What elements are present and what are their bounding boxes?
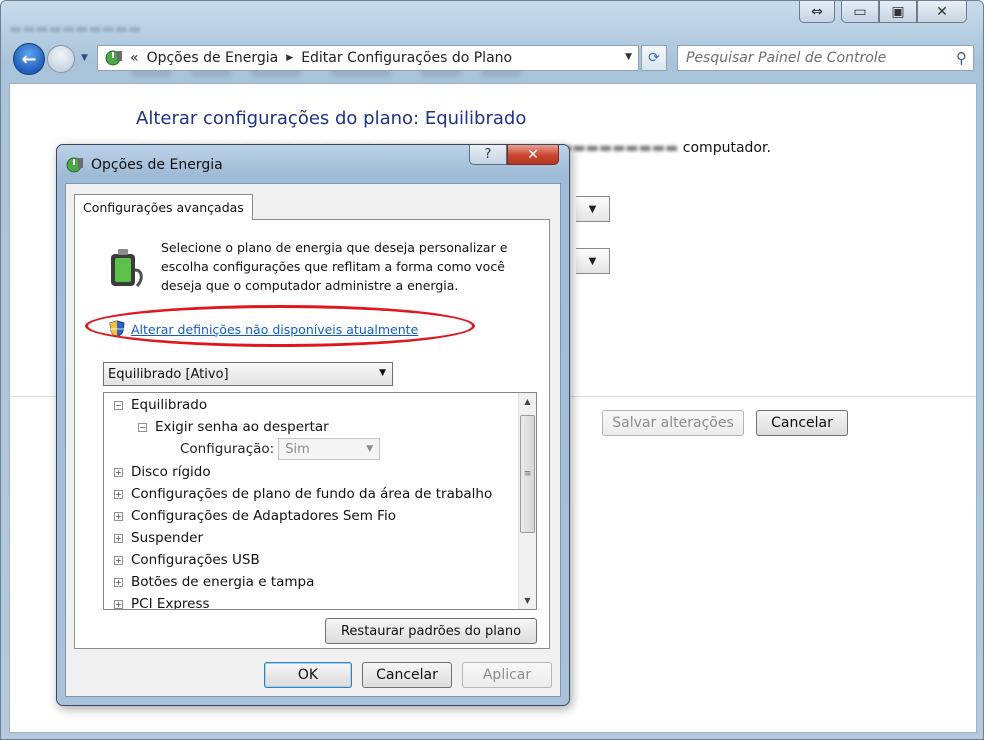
change-unavailable-settings-link[interactable]: Alterar definições não disponíveis atual… <box>131 322 418 337</box>
search-icon[interactable]: ⚲ <box>956 49 967 67</box>
plan-select-value: Equilibrado [Ativo] <box>108 366 229 382</box>
scroll-down-icon[interactable]: ▼ <box>519 592 536 609</box>
tree-item-label: Configurações de plano de fundo da área … <box>131 486 493 502</box>
tab-advanced-settings[interactable]: Configurações avançadas <box>74 194 253 220</box>
chevron-down-icon: ▼ <box>379 368 386 378</box>
tree-item-label: Configurações de Adaptadores Sem Fio <box>131 508 396 524</box>
tree-collapse-icon[interactable]: − <box>138 422 147 432</box>
minimize-button[interactable]: ▭ <box>841 1 879 23</box>
dialog-description: Selecione o plano de energia que deseja … <box>161 240 508 293</box>
maximize-button[interactable]: ▣ <box>879 1 917 23</box>
breadcrumb-power-options[interactable]: Opções de Energia <box>147 50 279 66</box>
config-select-value: Sim <box>285 441 310 457</box>
apply-button[interactable]: Aplicar <box>462 662 552 688</box>
address-bar[interactable]: « Opções de Energia ▶ Editar Configuraçõ… <box>97 45 639 71</box>
tree-item[interactable]: + Configurações de Adaptadores Sem Fio <box>114 505 396 527</box>
tree-item-label: Suspender <box>131 530 204 546</box>
breadcrumb-edit-plan[interactable]: Editar Configurações do Plano <box>301 50 512 66</box>
tree-config-row: Configuração: Sim ▼ <box>180 438 381 460</box>
tree-item-label: Equilibrado <box>131 397 208 413</box>
power-options-dialog: Opções de Energia ? ✕ Configurações avan… <box>56 144 570 706</box>
battery-plug-icon <box>111 249 143 288</box>
page-title: Alterar configurações do plano: Equilibr… <box>136 108 527 129</box>
close-icon[interactable]: ✕ <box>507 145 559 165</box>
tree-item[interactable]: + Botões de energia e tampa <box>114 571 314 593</box>
power-options-icon <box>66 157 83 173</box>
power-options-icon <box>105 50 122 66</box>
restore-defaults-button[interactable]: Restaurar padrões do plano <box>325 618 537 644</box>
close-window-button[interactable]: ✕ <box>917 1 967 23</box>
scroll-up-icon[interactable]: ▲ <box>519 393 536 410</box>
background-select-arrow-icon[interactable]: ▼ <box>576 248 610 274</box>
tree-item[interactable]: + PCI Express <box>114 593 210 610</box>
config-label: Configuração: <box>180 441 275 457</box>
tree-item-equilibrado[interactable]: − Equilibrado <box>114 394 207 416</box>
tree-expand-icon[interactable]: + <box>114 489 123 499</box>
page-subtext-end: computador. <box>682 140 771 156</box>
tree-item-label: PCI Express <box>131 596 210 610</box>
change-settings-link-row: Alterar definições não disponíveis atual… <box>109 320 418 338</box>
tree-expand-icon[interactable]: + <box>114 467 123 477</box>
search-input[interactable]: Pesquisar Painel de Controle ⚲ <box>677 45 974 71</box>
chevron-down-icon: ▼ <box>366 444 374 454</box>
refresh-icon[interactable]: ⟳ <box>641 45 667 71</box>
config-select[interactable]: Sim ▼ <box>278 438 381 460</box>
tree-item[interactable]: + Disco rígido <box>114 461 211 483</box>
settings-tree: − Equilibrado − Exigir senha ao desperta… <box>103 392 537 610</box>
tree-item-label: Configurações USB <box>131 552 260 568</box>
tree-item[interactable]: + Configurações de plano de fundo da áre… <box>114 483 492 505</box>
address-dropdown-icon[interactable]: ▼ <box>625 52 632 62</box>
recent-pages-dropdown[interactable]: ▼ <box>81 53 88 63</box>
dialog-body: Configurações avançadas Selecione o plan… <box>65 183 561 697</box>
tree-item[interactable]: + Suspender <box>114 527 203 549</box>
back-arrow-icon[interactable]: ← <box>13 43 45 75</box>
blurred-background-title: ▬▬▬▬▬▬▬▬▬▬ <box>9 21 142 37</box>
breadcrumb-separator-icon[interactable]: ▶ <box>286 53 293 63</box>
search-placeholder: Pesquisar Painel de Controle <box>686 50 887 66</box>
tree-expand-icon[interactable]: + <box>114 511 123 521</box>
tree-item-label: Botões de energia e tampa <box>131 574 315 590</box>
uac-shield-icon <box>109 320 125 338</box>
save-changes-button[interactable]: Salvar alterações <box>602 410 744 436</box>
window-caption-buttons: ▭ ▣ ✕ <box>841 1 967 23</box>
forward-arrow-icon[interactable] <box>47 45 75 73</box>
background-select-arrow-icon[interactable]: ▼ <box>576 196 610 222</box>
breadcrumb-prefix: « <box>130 50 139 66</box>
page-cancel-button[interactable]: Cancelar <box>756 410 848 436</box>
tree-item[interactable]: + Configurações USB <box>114 549 260 571</box>
tree-collapse-icon[interactable]: − <box>114 400 123 410</box>
plan-select[interactable]: Equilibrado [Ativo] ▼ <box>103 362 393 386</box>
tree-item-require-password[interactable]: − Exigir senha ao despertar <box>138 416 329 438</box>
tree-scrollbar[interactable]: ▲ ≡ ▼ <box>518 393 536 609</box>
dialog-title: Opções de Energia <box>91 157 223 173</box>
snap-icon[interactable]: ⇔ <box>799 1 835 23</box>
tree-expand-icon[interactable]: + <box>114 533 123 543</box>
tree-item-label: Disco rígido <box>131 464 211 480</box>
tree-expand-icon[interactable]: + <box>114 599 123 609</box>
scroll-thumb[interactable]: ≡ <box>520 415 535 533</box>
dialog-cancel-button[interactable]: Cancelar <box>362 662 452 688</box>
tree-expand-icon[interactable]: + <box>114 555 123 565</box>
ok-button[interactable]: OK <box>264 662 352 688</box>
tree-expand-icon[interactable]: + <box>114 577 123 587</box>
help-icon[interactable]: ? <box>469 145 507 165</box>
tree-item-label: Exigir senha ao despertar <box>155 419 329 435</box>
advanced-settings-panel: Selecione o plano de energia que deseja … <box>74 219 550 649</box>
